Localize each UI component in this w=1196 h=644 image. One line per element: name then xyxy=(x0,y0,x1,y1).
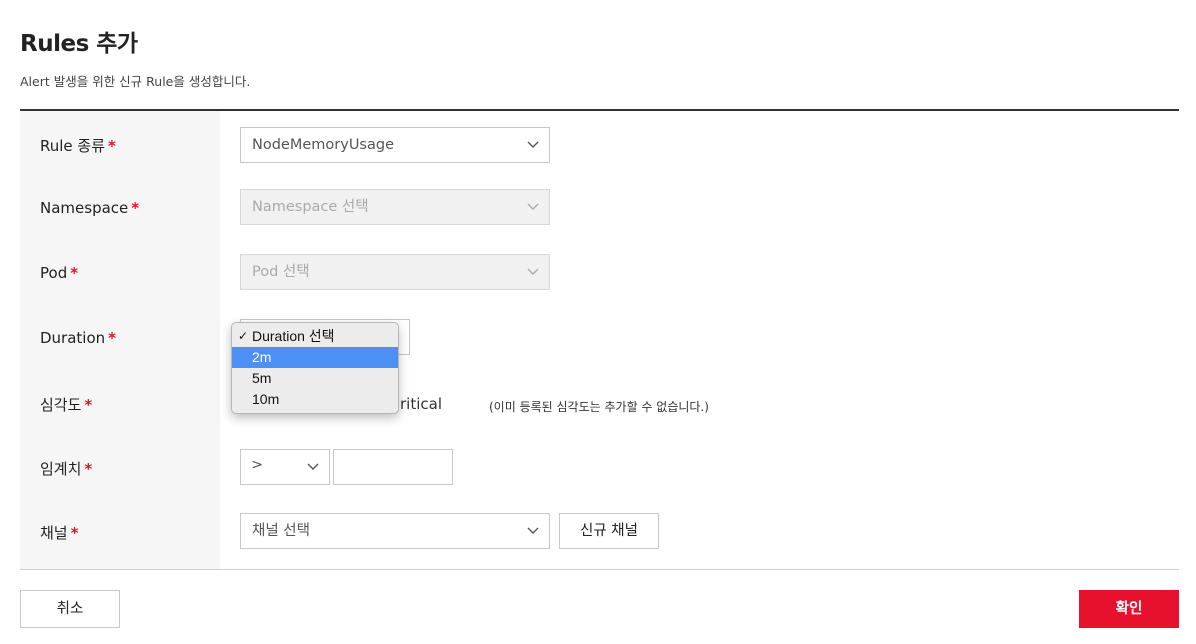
channel-label: 채널 * xyxy=(40,524,79,542)
required-mark: * xyxy=(108,329,117,347)
required-mark: * xyxy=(84,396,93,414)
label-column: Rule 종류 * Namespace * Pod * Duration * 심각도 * … xyxy=(20,111,220,569)
namespace-placeholder: Namespace 선택 xyxy=(252,199,369,215)
duration-option-2m[interactable]: 2m xyxy=(232,347,398,368)
pod-label: Pod * xyxy=(40,264,79,282)
chevron-down-icon xyxy=(527,268,539,275)
chevron-down-icon xyxy=(527,527,539,534)
page-title: Rules 추가 xyxy=(20,31,138,57)
chevron-down-icon xyxy=(527,141,539,148)
required-mark: * xyxy=(70,264,79,282)
namespace-select[interactable]: Namespace 선택 xyxy=(240,189,550,225)
threshold-operator-select[interactable]: > xyxy=(240,449,330,485)
required-mark: * xyxy=(108,137,116,155)
new-channel-button[interactable]: 신규 채널 xyxy=(559,513,659,549)
required-mark: * xyxy=(84,460,93,478)
threshold-operator-value: > xyxy=(251,457,264,473)
severity-option-critical[interactable]: ritical xyxy=(400,395,442,413)
pod-placeholder: Pod 선택 xyxy=(252,264,310,280)
channel-placeholder: 채널 선택 xyxy=(252,523,310,539)
severity-label: 심각도 * xyxy=(40,396,93,414)
duration-option-placeholder[interactable]: ✓ Duration 선택 xyxy=(232,326,398,347)
bottom-divider xyxy=(20,569,1179,570)
rule-type-label: Rule 종류 * xyxy=(40,137,116,155)
rule-form: Rule 종류 * Namespace * Pod * Duration * 심각도 * … xyxy=(20,111,1179,569)
page-description: Alert 발생을 위한 신규 Rule을 생성합니다. xyxy=(20,74,251,89)
chevron-down-icon xyxy=(307,463,319,470)
duration-option-5m[interactable]: 5m xyxy=(232,368,398,389)
confirm-button[interactable]: 확인 xyxy=(1079,590,1179,628)
pod-select[interactable]: Pod 선택 xyxy=(240,254,550,290)
duration-label: Duration * xyxy=(40,329,117,347)
chevron-down-icon xyxy=(527,203,539,210)
channel-select[interactable]: 채널 선택 xyxy=(240,513,550,549)
required-mark: * xyxy=(131,199,140,217)
cancel-button[interactable]: 취소 xyxy=(20,590,120,628)
required-mark: * xyxy=(70,524,79,542)
namespace-label: Namespace * xyxy=(40,199,140,217)
duration-option-10m[interactable]: 10m xyxy=(232,389,398,410)
severity-note: (이미 등록된 심각도는 추가할 수 없습니다.) xyxy=(489,400,709,414)
duration-dropdown-menu: ✓ Duration 선택 2m 5m 10m xyxy=(231,322,399,414)
rule-type-select[interactable]: NodeMemoryUsage xyxy=(240,127,550,163)
threshold-input[interactable] xyxy=(333,449,453,485)
threshold-label: 임계치 * xyxy=(40,460,93,478)
checkmark-icon: ✓ xyxy=(238,329,249,343)
rule-type-value: NodeMemoryUsage xyxy=(252,137,394,153)
